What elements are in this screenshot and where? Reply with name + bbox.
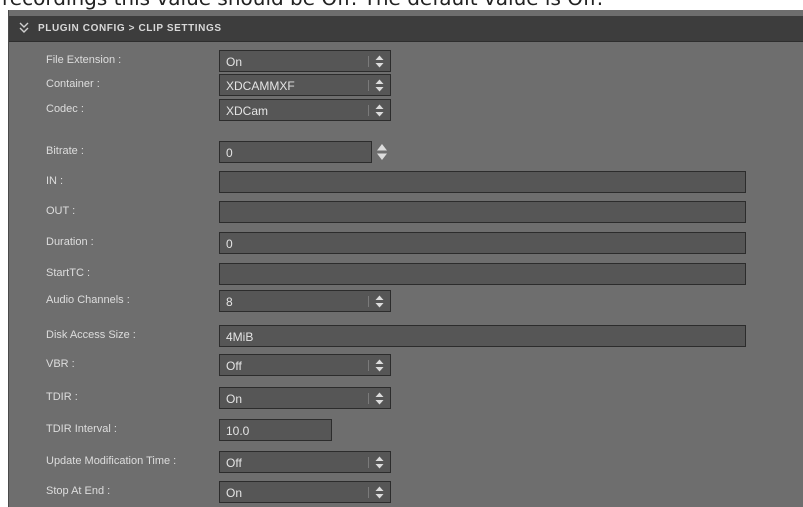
up-down-arrows-icon[interactable] bbox=[375, 456, 384, 469]
bitrate-label: Bitrate : bbox=[46, 145, 84, 157]
tdir-interval-label: TDIR Interval : bbox=[46, 423, 117, 435]
row-vbr: VBR : Off bbox=[9, 353, 803, 377]
panel-header[interactable]: PLUGIN CONFIG > CLIP SETTINGS bbox=[9, 16, 803, 42]
row-disk-access-size: Disk Access Size : 4MiB bbox=[9, 324, 803, 348]
row-stop-at-end: Stop At End : On bbox=[9, 480, 803, 504]
codec-label: Codec : bbox=[46, 103, 84, 115]
in-input[interactable] bbox=[219, 171, 746, 193]
update-modification-time-dropdown[interactable]: Off bbox=[219, 451, 391, 473]
update-modification-time-label: Update Modification Time : bbox=[46, 455, 177, 467]
vbr-dropdown[interactable]: Off bbox=[219, 354, 391, 376]
caption-strip: recordings this value should be Off. The… bbox=[0, 0, 803, 10]
up-down-arrows-icon[interactable] bbox=[375, 55, 384, 68]
row-out: OUT : bbox=[9, 200, 803, 224]
vbr-value: Off bbox=[226, 359, 242, 373]
clip-settings-panel: PLUGIN CONFIG > CLIP SETTINGS File Exten… bbox=[8, 10, 803, 507]
audio-channels-value: 8 bbox=[226, 295, 233, 309]
container-value: XDCAMMXF bbox=[226, 79, 295, 93]
bitrate-spinner-icon[interactable] bbox=[376, 143, 388, 161]
tdir-interval-input[interactable]: 10.0 bbox=[219, 419, 332, 441]
file-extension-label: File Extension : bbox=[46, 54, 122, 66]
bitrate-value: 0 bbox=[226, 146, 233, 160]
out-input[interactable] bbox=[219, 201, 746, 223]
dropdown-separator bbox=[368, 393, 369, 404]
audio-channels-dropdown[interactable]: 8 bbox=[219, 290, 391, 312]
row-duration: Duration : 0 bbox=[9, 231, 803, 255]
row-audio-channels: Audio Channels : 8 bbox=[9, 289, 803, 313]
up-down-arrows-icon[interactable] bbox=[375, 486, 384, 499]
up-down-arrows-icon[interactable] bbox=[375, 79, 384, 92]
up-down-arrows-icon[interactable] bbox=[375, 104, 384, 117]
codec-value: XDCam bbox=[226, 104, 269, 118]
duration-label: Duration : bbox=[46, 236, 94, 248]
audio-channels-label: Audio Channels : bbox=[46, 294, 130, 306]
starttc-label: StartTC : bbox=[46, 267, 91, 279]
file-extension-value: On bbox=[226, 55, 243, 69]
dropdown-separator bbox=[368, 105, 369, 116]
row-tdir: TDIR : On bbox=[9, 386, 803, 410]
container-dropdown[interactable]: XDCAMMXF bbox=[219, 74, 391, 96]
row-file-extension: File Extension : On bbox=[9, 49, 803, 73]
dropdown-separator bbox=[368, 56, 369, 67]
vbr-label: VBR : bbox=[46, 358, 75, 370]
up-down-arrows-icon[interactable] bbox=[375, 392, 384, 405]
dropdown-separator bbox=[368, 360, 369, 371]
dropdown-separator bbox=[368, 296, 369, 307]
row-codec: Codec : XDCam bbox=[9, 98, 803, 122]
tdir-value: On bbox=[226, 392, 243, 406]
panel-breadcrumb: PLUGIN CONFIG > CLIP SETTINGS bbox=[38, 23, 222, 34]
dropdown-separator bbox=[368, 80, 369, 91]
file-extension-dropdown[interactable]: On bbox=[219, 50, 391, 72]
up-down-arrows-icon[interactable] bbox=[375, 359, 384, 372]
row-update-modification-time: Update Modification Time : Off bbox=[9, 450, 803, 474]
row-container: Container : XDCAMMXF bbox=[9, 73, 803, 97]
stop-at-end-label: Stop At End : bbox=[46, 485, 111, 497]
disk-access-size-value: 4MiB bbox=[226, 330, 254, 344]
duration-input[interactable]: 0 bbox=[219, 232, 746, 254]
row-tdir-interval: TDIR Interval : 10.0 bbox=[9, 418, 803, 442]
starttc-input[interactable] bbox=[219, 263, 746, 285]
in-label: IN : bbox=[46, 175, 64, 187]
tdir-dropdown[interactable]: On bbox=[219, 387, 391, 409]
disk-access-size-input[interactable]: 4MiB bbox=[219, 325, 746, 347]
tdir-interval-value: 10.0 bbox=[226, 424, 250, 438]
container-label: Container : bbox=[46, 78, 100, 90]
duration-value: 0 bbox=[226, 237, 233, 251]
codec-dropdown[interactable]: XDCam bbox=[219, 99, 391, 121]
bitrate-input[interactable]: 0 bbox=[219, 141, 372, 163]
out-label: OUT : bbox=[46, 205, 76, 217]
tdir-label: TDIR : bbox=[46, 391, 78, 403]
row-starttc: StartTC : bbox=[9, 262, 803, 286]
stop-at-end-dropdown[interactable]: On bbox=[219, 481, 391, 503]
double-chevron-down-icon[interactable] bbox=[17, 21, 31, 35]
disk-access-size-label: Disk Access Size : bbox=[46, 329, 136, 341]
stop-at-end-value: On bbox=[226, 486, 243, 500]
dropdown-separator bbox=[368, 487, 369, 498]
dropdown-separator bbox=[368, 457, 369, 468]
update-modification-time-value: Off bbox=[226, 456, 242, 470]
row-bitrate: Bitrate : 0 bbox=[9, 140, 803, 164]
up-down-arrows-icon[interactable] bbox=[375, 295, 384, 308]
caption-text: recordings this value should be Off. The… bbox=[2, 0, 603, 9]
row-in: IN : bbox=[9, 170, 803, 194]
